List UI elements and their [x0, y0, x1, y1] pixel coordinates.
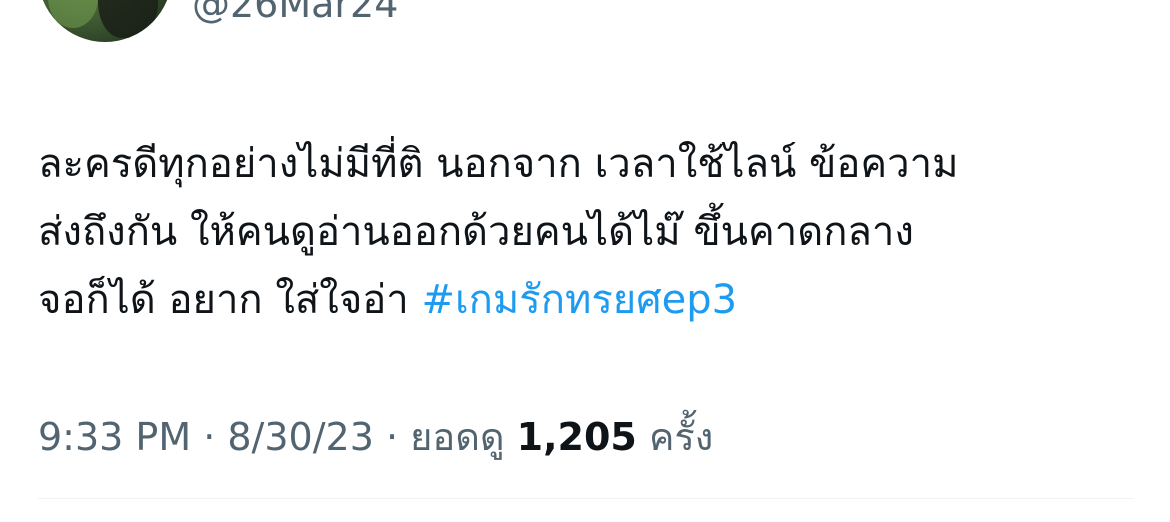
tweet-text-line: ส่งถึงกัน ให้คนดูอ่านออกด้วยคนได้ไม๊ ขึ้…	[38, 209, 914, 255]
divider	[38, 498, 1134, 499]
avatar-shape	[98, 0, 158, 38]
tweet-text: ละครดีทุกอย่างไม่มีที่ติ นอกจาก เวลาใช้ไ…	[38, 130, 1138, 334]
tweet-text-line: ละครดีทุกอย่างไม่มีที่ติ นอกจาก เวลาใช้ไ…	[38, 141, 959, 187]
meta-separator: ·	[373, 415, 411, 459]
meta-separator: ·	[191, 415, 228, 459]
tweet-time[interactable]: 9:33 PM	[38, 415, 191, 459]
user-handle[interactable]: @26Mar24	[192, 0, 398, 26]
avatar[interactable]	[38, 0, 172, 42]
views-unit: ครั้ง	[648, 415, 714, 459]
views-label: ยอดดู	[410, 415, 505, 459]
tweet-meta: 9:33 PM · 8/30/23 · ยอดดู 1,205 ครั้ง	[38, 412, 713, 462]
views-count: 1,205	[516, 415, 637, 459]
tweet-date[interactable]: 8/30/23	[227, 415, 374, 459]
hashtag-link[interactable]: #เกมรักทรยศep3	[421, 277, 737, 323]
avatar-shape	[48, 0, 98, 28]
tweet-text-line: จอก็ได้ อยาก ใส่ใจอ่า	[38, 277, 422, 323]
